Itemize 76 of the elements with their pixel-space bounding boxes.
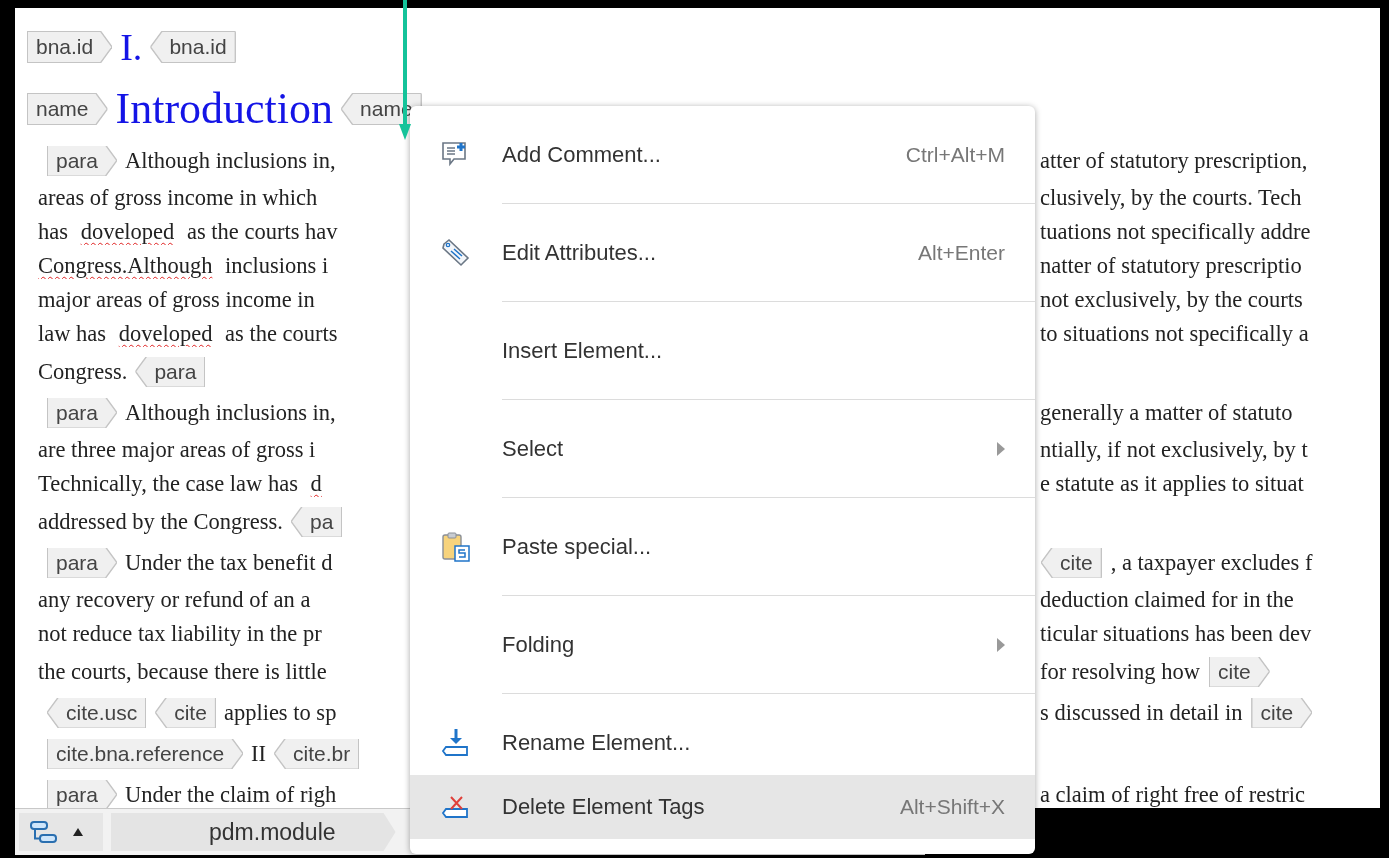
body-text: has [38, 219, 69, 245]
breadcrumb-item[interactable]: pdm.module [111, 813, 396, 851]
menu-item[interactable]: Paste special... [410, 515, 1035, 579]
body-text: II [251, 740, 267, 767]
menu-item[interactable]: Rename Element... [410, 711, 1035, 775]
body-text: Congress. [38, 358, 128, 385]
end-tag: cite [156, 697, 215, 728]
body-text: not exclusively, by the courts [1040, 287, 1303, 313]
body-text: any recovery or refund of an a [38, 587, 311, 613]
body-text: natter of statutory prescriptio [1040, 253, 1302, 279]
start-tag: cite.bna.reference [48, 738, 243, 769]
body-text: the courts, because there is little [38, 658, 327, 685]
shortcut-text: Alt+Enter [918, 241, 1005, 265]
menu-item[interactable]: Add Comment... Ctrl+Alt+M [410, 123, 1035, 187]
body-text: generally a matter of statuto [1040, 399, 1293, 426]
menu-item[interactable]: Select [410, 417, 1035, 481]
body-text: Under the claim of righ [125, 781, 337, 808]
tray-arrow-icon [441, 727, 471, 759]
submenu-arrow-icon [997, 638, 1005, 652]
body-text: for resolving how [1040, 658, 1200, 685]
body-text: s discussed in detail in [1040, 699, 1243, 726]
caret-up-icon[interactable] [73, 828, 83, 836]
body-text: as the courts [224, 321, 338, 347]
body-text: e statute as it applies to situat [1040, 471, 1304, 497]
end-tag: cite.br [275, 738, 359, 769]
start-tag: cite [1252, 697, 1312, 728]
body-text: are three major areas of gross i [38, 437, 316, 463]
body-text: tuations not specifically addre [1040, 219, 1311, 245]
shortcut-text: Alt+Shift+X [899, 795, 1005, 819]
menu-item[interactable]: Insert Element... [410, 319, 1035, 383]
menu-item[interactable]: Edit Attributes... Alt+Enter [410, 221, 1035, 285]
end-tag: para [136, 356, 205, 387]
tag-icon [441, 238, 471, 268]
body-text: clusively, by the courts. Tech [1040, 185, 1302, 211]
menu-item[interactable]: Folding [410, 613, 1035, 677]
misspelled-word: d [310, 471, 322, 497]
end-tag: pa [291, 506, 342, 537]
body-text: major areas of gross income in [38, 287, 315, 313]
menu-item[interactable]: Delete Element Tags Alt+Shift+X [410, 775, 1035, 839]
body-text: Technically, the case law has [38, 471, 299, 497]
start-tag: cite [1210, 656, 1269, 687]
body-text: Under the tax benefit d [125, 549, 333, 576]
body-text: addressed by the Congress. [38, 508, 283, 535]
end-tag: cite [1042, 547, 1101, 578]
body-text: a claim of right free of restric [1040, 781, 1305, 808]
misspelled-word: Congress.Although [38, 253, 213, 279]
body-text: to situations not specifically a [1040, 321, 1309, 347]
body-text: Although inclusions in, [125, 147, 336, 174]
start-tag: para [48, 779, 117, 808]
body-text: law has [38, 321, 108, 347]
end-tag: bna.id [151, 32, 235, 62]
end-tag: cite.usc [48, 697, 146, 728]
body-text: deduction claimed for in the [1040, 587, 1294, 613]
body-text: not reduce tax liability in the pr [38, 621, 322, 647]
start-tag: name [28, 94, 107, 124]
body-text: atter of statutory prescription, [1040, 147, 1308, 174]
start-tag: para [48, 547, 117, 578]
body-text: ntially, if not exclusively, by t [1040, 437, 1308, 463]
body-text: areas of gross income in which [38, 185, 318, 211]
misspelled-word: doveloped [118, 321, 213, 347]
body-text: as the courts hav [186, 219, 338, 245]
heading-number: I. [120, 25, 143, 69]
start-tag: bna.id [28, 32, 112, 62]
body-text: applies to sp [223, 699, 337, 726]
body-text: ticular situations has been dev [1040, 621, 1312, 647]
submenu-arrow-icon [997, 442, 1005, 456]
shortcut-text: Ctrl+Alt+M [905, 143, 1005, 167]
body-text: Although inclusions in, [125, 399, 336, 426]
clipboard-icon [440, 531, 472, 563]
body-text: , a taxpayer excludes f [1110, 549, 1313, 576]
start-tag: para [48, 397, 117, 428]
misspelled-word: doveloped [80, 219, 175, 245]
start-tag: para [48, 145, 117, 176]
heading-title: Introduction [115, 83, 334, 135]
body-text: inclusions i [224, 253, 329, 279]
structure-icon[interactable] [29, 819, 59, 845]
